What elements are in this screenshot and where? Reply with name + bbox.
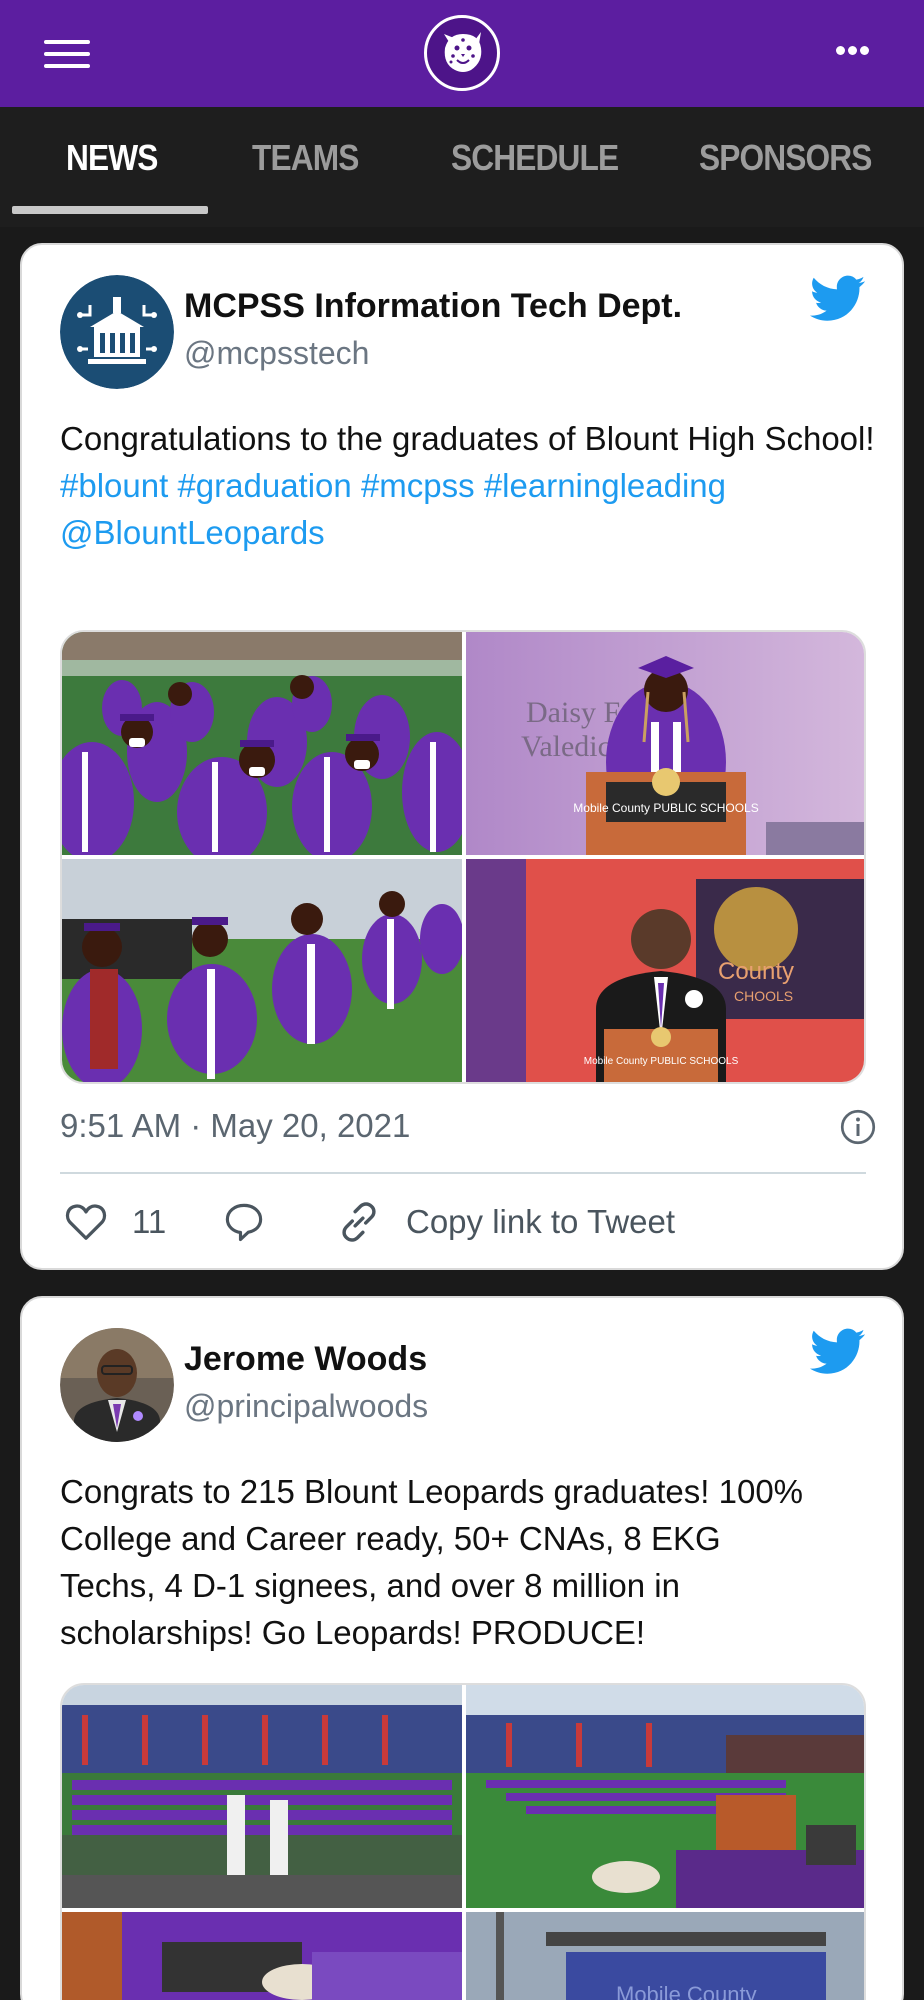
photo-caption: County [718, 958, 794, 985]
photo-caption: Mobile County [616, 1982, 757, 2000]
divider [60, 1172, 866, 1174]
photo-caption: Valedic [521, 730, 611, 763]
tweet-card[interactable]: Jerome Woods @principalwoods Congrats to… [20, 1296, 904, 2000]
twitter-bird-icon[interactable] [810, 275, 866, 323]
tweet-text-line: Congrats to 215 Blount Leopards graduate… [60, 1473, 804, 1510]
tweet-photo[interactable] [62, 1912, 462, 2000]
hashtag-link[interactable]: #mcpss [361, 467, 475, 504]
app-header [0, 0, 924, 107]
tab-teams[interactable]: TEAMS [252, 137, 359, 179]
hashtag-link[interactable]: #blount [60, 467, 168, 504]
tweet-text-line: scholarships! Go Leopards! PRODUCE! [60, 1614, 646, 1651]
tweet-photo[interactable] [62, 632, 462, 855]
author-name[interactable]: Jerome Woods [184, 1340, 427, 1379]
tab-schedule[interactable]: SCHEDULE [451, 137, 619, 179]
heart-icon[interactable] [64, 1201, 108, 1241]
photo-caption: Mobile County PUBLIC SCHOOLS [573, 801, 758, 815]
avatar[interactable] [60, 1328, 174, 1442]
tweet-card[interactable]: MCPSS Information Tech Dept. @mcpsstech … [20, 243, 904, 1270]
reply-icon[interactable] [222, 1201, 266, 1243]
menu-icon[interactable] [44, 38, 92, 70]
active-tab-indicator [12, 206, 208, 214]
author-handle[interactable]: @mcpsstech [184, 335, 369, 372]
hashtag-link[interactable]: #graduation [177, 467, 351, 504]
tab-bar: NEWS TEAMS SCHEDULE SPONSORS [0, 107, 924, 227]
tweet-timestamp[interactable]: 9:51 AM · May 20, 2021 [60, 1107, 410, 1145]
author-name[interactable]: MCPSS Information Tech Dept. [184, 287, 682, 326]
author-handle[interactable]: @principalwoods [184, 1388, 428, 1425]
tweet-text: Congratulations to the graduates of Blou… [60, 415, 880, 556]
tweet-text-line: College and Career ready, 50+ CNAs, 8 EK… [60, 1520, 721, 1557]
tweet-text: Congrats to 215 Blount Leopards graduate… [60, 1468, 880, 1656]
hashtag-link[interactable]: #learningleading [484, 467, 726, 504]
tweet-body: Congratulations to the graduates of Blou… [60, 420, 875, 457]
info-icon[interactable] [840, 1109, 876, 1145]
like-count[interactable]: 11 [132, 1203, 166, 1241]
tab-news[interactable]: NEWS [66, 137, 158, 179]
copy-link-button[interactable]: Copy link to Tweet [406, 1203, 675, 1241]
tweet-photo[interactable]: Mobile County [466, 1912, 864, 2000]
avatar[interactable] [60, 275, 174, 389]
tweet-media-grid: Daisy Fer Valedic Mobile County PUBLIC S… [60, 630, 866, 1084]
tweet-text-line: Techs, 4 D-1 signees, and over 8 million… [60, 1567, 680, 1604]
tweet-photo[interactable] [62, 1685, 462, 1908]
link-icon[interactable] [336, 1199, 382, 1245]
tab-sponsors[interactable]: SPONSORS [699, 137, 872, 179]
mention-link[interactable]: @BlountLeopards [60, 514, 325, 551]
tweet-media-grid: Mobile County [60, 1683, 866, 2000]
tweet-photo[interactable] [466, 1685, 864, 1908]
tweet-photo[interactable] [62, 859, 462, 1082]
tweet-photo[interactable]: Daisy Fer Valedic Mobile County PUBLIC S… [466, 632, 864, 855]
tweet-photo[interactable]: County CHOOLS Mobile County PUBLIC SCHOO… [466, 859, 864, 1082]
photo-caption: CHOOLS [734, 988, 793, 1004]
twitter-bird-icon[interactable] [810, 1328, 866, 1376]
more-icon[interactable] [836, 44, 870, 56]
photo-caption: Mobile County PUBLIC SCHOOLS [584, 1056, 739, 1067]
leopard-logo-icon[interactable] [424, 15, 500, 91]
